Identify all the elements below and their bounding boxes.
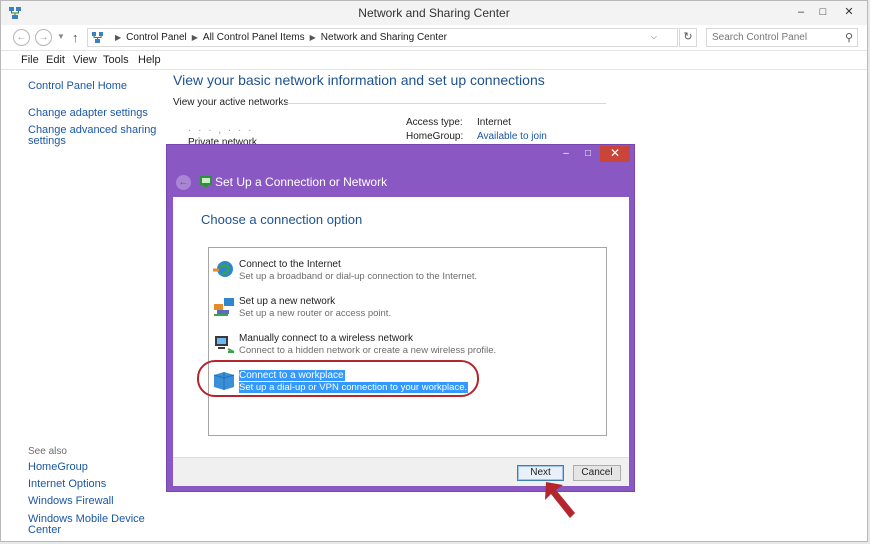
- menu-file[interactable]: File: [21, 54, 39, 66]
- option-title: Connect to the Internet: [239, 259, 341, 270]
- title-bar[interactable]: Network and Sharing Center – □ ✕: [1, 1, 867, 25]
- search-input[interactable]: Search Control Panel ⚲: [706, 28, 858, 47]
- dialog-heading: Choose a connection option: [201, 212, 363, 227]
- see-also-mobile-device-center[interactable]: Windows Mobile Device Center: [28, 514, 161, 536]
- see-also-windows-firewall[interactable]: Windows Firewall: [28, 496, 114, 507]
- breadcrumb-separator-icon: ▶: [309, 33, 316, 42]
- menu-edit[interactable]: Edit: [46, 54, 65, 66]
- breadcrumb-separator-icon: ▶: [115, 33, 122, 42]
- up-arrow-icon[interactable]: ↑: [72, 30, 79, 45]
- cancel-button[interactable]: Cancel: [573, 465, 621, 481]
- window-title: Network and Sharing Center: [358, 6, 510, 20]
- minimize-button[interactable]: –: [790, 4, 812, 20]
- maximize-button[interactable]: □: [812, 4, 834, 20]
- back-arrow-icon[interactable]: ←: [13, 29, 30, 46]
- sidebar-change-adapter-settings[interactable]: Change adapter settings: [28, 108, 148, 119]
- recent-pages-dropdown-icon[interactable]: ▼: [57, 32, 65, 41]
- option-description: Set up a broadband or dial-up connection…: [239, 271, 478, 282]
- pointer-arrow-icon: [545, 482, 575, 518]
- address-bar-row: ← → ▼ ↑ ▶ Control Panel ▶ All Control Panel…: [1, 25, 867, 50]
- breadcrumb-all-items[interactable]: All Control Panel Items: [203, 32, 305, 43]
- address-dropdown-icon[interactable]: ⌵: [651, 32, 657, 42]
- network-setup-icon: [200, 176, 212, 187]
- control-panel-icon: [92, 32, 103, 43]
- breadcrumb-control-panel[interactable]: Control Panel: [126, 32, 187, 43]
- refresh-icon[interactable]: ↻: [679, 28, 697, 47]
- dialog-title: Set Up a Connection or Network: [215, 175, 388, 189]
- see-also-internet-options[interactable]: Internet Options: [28, 479, 106, 490]
- breadcrumb-separator-icon: ▶: [191, 33, 198, 42]
- active-networks-label: View your active networks: [173, 97, 289, 108]
- connection-options-list[interactable]: Connect to the Internet Set up a broadba…: [208, 247, 607, 436]
- menu-help[interactable]: Help: [138, 54, 161, 66]
- sidebar: Control Panel Home Change adapter settin…: [1, 71, 161, 541]
- network-name: · · · , · · ·: [188, 125, 254, 136]
- search-icon[interactable]: ⚲: [845, 31, 853, 44]
- option-title: Set up a new network: [239, 296, 336, 307]
- breadcrumb-network-sharing[interactable]: Network and Sharing Center: [321, 32, 447, 43]
- dialog-back-arrow-icon[interactable]: ←: [176, 175, 191, 190]
- see-also-homegroup[interactable]: HomeGroup: [28, 462, 88, 473]
- dialog-maximize-button[interactable]: □: [578, 148, 598, 159]
- sidebar-change-advanced-sharing-cont[interactable]: settings: [28, 136, 66, 147]
- menu-bar: File Edit View Tools Help: [1, 50, 867, 70]
- dialog-body: Choose a connection option Connect to th…: [173, 197, 629, 457]
- option-description: Set up a new router or access point.: [239, 308, 392, 319]
- page-title: View your basic network information and …: [173, 72, 545, 88]
- menu-view[interactable]: View: [73, 54, 97, 66]
- setup-connection-dialog: – □ ✕ ← Set Up a Connection or Network C…: [166, 144, 635, 492]
- homegroup-label: HomeGroup:: [406, 131, 464, 142]
- section-divider: [282, 103, 606, 104]
- sidebar-control-panel-home[interactable]: Control Panel Home: [28, 81, 127, 92]
- dialog-close-button[interactable]: ✕: [600, 146, 630, 162]
- option-connect-internet[interactable]: Connect to the Internet Set up a broadba…: [212, 254, 477, 284]
- menu-tools[interactable]: Tools: [103, 54, 129, 66]
- address-box[interactable]: ▶ Control Panel ▶ All Control Panel Items ▶ N…: [87, 28, 678, 47]
- forward-arrow-icon[interactable]: →: [35, 29, 52, 46]
- search-placeholder: Search Control Panel: [712, 32, 808, 43]
- option-new-network[interactable]: Set up a new network Set up a new router…: [212, 291, 456, 321]
- access-type-label: Access type:: [406, 117, 463, 128]
- option-manual-wireless[interactable]: Manually connect to a wireless network C…: [212, 328, 496, 358]
- homegroup-link[interactable]: Available to join: [477, 131, 547, 142]
- globe-icon: [213, 261, 233, 277]
- dialog-minimize-button[interactable]: –: [556, 148, 576, 159]
- highlight-ring: [197, 360, 479, 397]
- access-type-value: Internet: [477, 117, 511, 128]
- close-button[interactable]: ✕: [838, 4, 860, 20]
- option-title: Manually connect to a wireless network: [239, 333, 413, 344]
- breadcrumb: ▶ Control Panel ▶ All Control Panel Items ▶ N…: [110, 32, 447, 43]
- router-icon: [214, 298, 234, 316]
- wireless-computer-icon: [215, 336, 235, 353]
- option-description: Connect to a hidden network or create a …: [239, 345, 497, 356]
- see-also-label: See also: [28, 446, 67, 457]
